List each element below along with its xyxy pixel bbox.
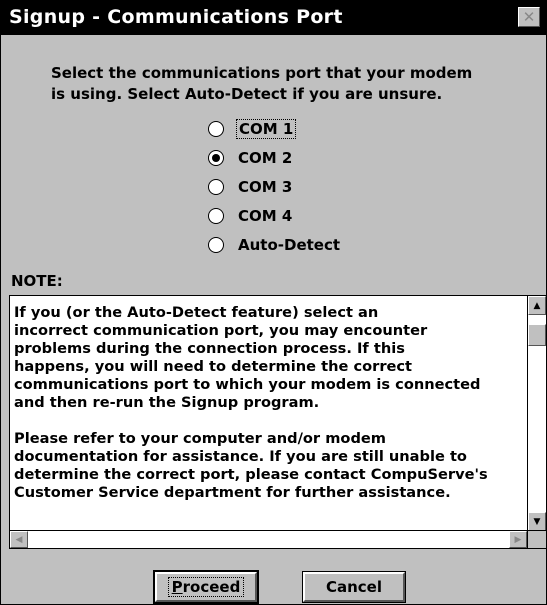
close-button[interactable]: ✕ — [518, 7, 540, 27]
scroll-up-button[interactable]: ▲ — [528, 296, 546, 315]
instruction-line-1: Select the communications port that your… — [51, 64, 473, 82]
note-line: happens, you will need to determine the … — [14, 358, 413, 375]
radio-button-selected-icon[interactable] — [208, 150, 224, 166]
proceed-button[interactable]: Proceed — [153, 570, 259, 604]
window-title: Signup - Communications Port — [9, 6, 343, 28]
scroll-up-icon: ▲ — [533, 300, 541, 311]
scroll-left-button[interactable]: ◀ — [10, 531, 28, 548]
proceed-mnemonic: P — [171, 578, 183, 596]
proceed-label-rest: roceed — [182, 578, 241, 596]
scroll-down-button[interactable]: ▼ — [528, 512, 546, 531]
scroll-left-icon: ◀ — [15, 534, 23, 545]
radio-com4[interactable]: COM 4 — [208, 204, 294, 228]
note-line: If you (or the Auto-Detect feature) sele… — [14, 304, 379, 321]
close-icon: ✕ — [522, 8, 536, 26]
radio-label-com1[interactable]: COM 1 — [236, 119, 297, 139]
radio-com2[interactable]: COM 2 — [208, 146, 294, 170]
radio-label-auto-detect[interactable]: Auto-Detect — [236, 236, 342, 254]
note-line: Please refer to your computer and/or mod… — [14, 430, 386, 447]
note-line: incorrect communication port, you may en… — [14, 322, 428, 339]
signup-dialog: Signup - Communications Port ✕ Select th… — [0, 0, 547, 605]
scroll-right-icon: ▶ — [514, 534, 522, 545]
scrollbar-corner — [527, 530, 546, 548]
radio-label-com2[interactable]: COM 2 — [236, 149, 294, 167]
radio-auto-detect[interactable]: Auto-Detect — [208, 233, 342, 257]
scroll-down-icon: ▼ — [533, 516, 541, 527]
note-text-box[interactable]: If you (or the Auto-Detect feature) sele… — [9, 295, 547, 549]
proceed-button-label: Proceed — [167, 577, 245, 597]
radio-button-icon[interactable] — [208, 208, 224, 224]
horizontal-scrollbar[interactable]: ◀ ▶ — [10, 530, 527, 548]
scroll-right-button[interactable]: ▶ — [509, 531, 527, 548]
radio-label-com3[interactable]: COM 3 — [236, 178, 294, 196]
radio-button-icon[interactable] — [208, 237, 224, 253]
instruction-text: Select the communications port that your… — [51, 63, 521, 105]
note-line: and then re-run the Signup program. — [14, 394, 320, 411]
note-line: documentation for assistance. If you are… — [14, 448, 467, 465]
note-line: communications port to which your modem … — [14, 376, 481, 393]
radio-label-com4[interactable]: COM 4 — [236, 207, 294, 225]
vertical-scrollbar[interactable]: ▲ ▼ — [527, 296, 546, 531]
cancel-button[interactable]: Cancel — [302, 571, 406, 603]
note-text: If you (or the Auto-Detect feature) sele… — [14, 304, 524, 516]
note-heading: NOTE: — [11, 272, 63, 290]
radio-com3[interactable]: COM 3 — [208, 175, 294, 199]
note-line: determine the correct port, please conta… — [14, 466, 488, 483]
radio-com1[interactable]: COM 1 — [208, 117, 297, 141]
title-bar[interactable]: Signup - Communications Port ✕ — [1, 1, 546, 35]
radio-button-icon[interactable] — [208, 121, 224, 137]
cancel-button-label: Cancel — [325, 578, 382, 596]
instruction-line-2: is using. Select Auto-Detect if you are … — [51, 85, 443, 103]
note-line: Customer Service department for further … — [14, 484, 451, 501]
note-line-blank — [14, 412, 524, 430]
note-line: problems during the connection process. … — [14, 340, 405, 357]
scroll-thumb[interactable] — [528, 324, 546, 346]
radio-button-icon[interactable] — [208, 179, 224, 195]
